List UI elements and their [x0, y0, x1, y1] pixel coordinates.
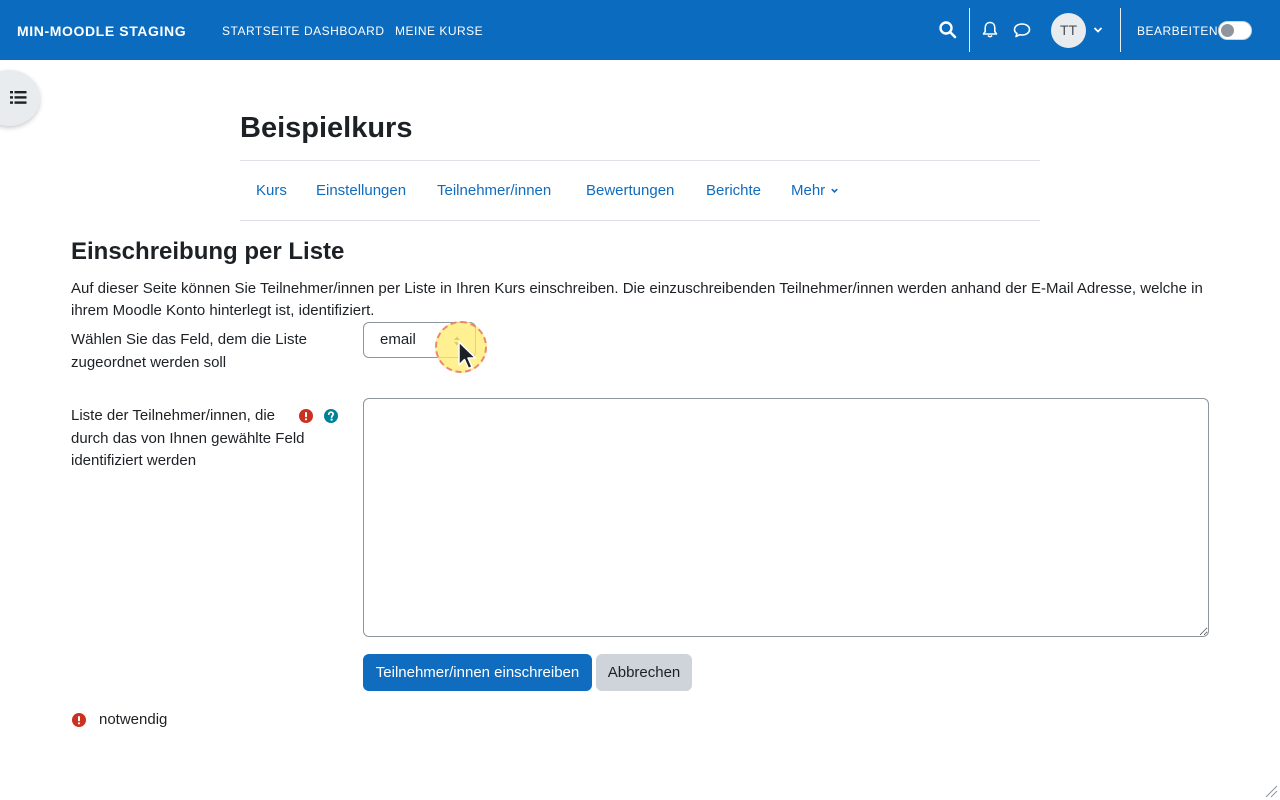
course-index-toggle-button[interactable] [0, 70, 40, 126]
top-navbar: MIN-MOODLE STAGING STARTSEITE DASHBOARD … [0, 0, 1280, 60]
tab-mehr[interactable]: Mehr [791, 182, 839, 199]
help-icon[interactable] [324, 409, 338, 423]
tab-bewertungen[interactable]: Bewertungen [586, 182, 674, 199]
toggle-knob [1221, 24, 1234, 37]
required-legend-text: notwendig [99, 711, 168, 728]
bell-icon[interactable] [980, 20, 1000, 40]
page-intro-text: Auf dieser Seite können Sie Teilnehmer/i… [71, 280, 1203, 319]
required-icon [299, 409, 313, 423]
nav-link-dashboard[interactable]: DASHBOARD [304, 24, 385, 38]
nav-link-startseite[interactable]: STARTSEITE [222, 24, 300, 38]
site-brand[interactable]: MIN-MOODLE STAGING [17, 23, 186, 39]
search-icon[interactable] [938, 20, 958, 40]
nav-link-meine-kurse[interactable]: MEINE KURSE [395, 24, 483, 38]
chevron-down-icon [831, 188, 839, 193]
mouse-pointer-icon [458, 341, 477, 370]
participant-list-label: Liste der Teilnehmer/innen, die durch da… [71, 407, 305, 469]
chat-bubble-icon[interactable] [1012, 20, 1032, 40]
tab-mehr-label: Mehr [791, 182, 826, 199]
enrol-submit-button[interactable]: Teilnehmer/innen einschreiben [363, 654, 592, 691]
required-icon [72, 713, 86, 727]
course-title: Beispielkurs [240, 112, 413, 144]
cancel-button[interactable]: Abbrechen [596, 654, 692, 691]
tab-berichte[interactable]: Berichte [706, 182, 761, 199]
edit-mode-label: BEARBEITEN [1137, 24, 1219, 38]
tab-einstellungen[interactable]: Einstellungen [316, 182, 406, 199]
window-resize-grip-icon[interactable] [1264, 784, 1278, 798]
page-heading: Einschreibung per Liste [71, 238, 345, 265]
edit-mode-toggle[interactable] [1218, 21, 1252, 40]
course-secondary-nav: Kurs Einstellungen Teilnehmer/innen Bewe… [240, 160, 1040, 221]
field-select-label: Wählen Sie das Feld, dem die Liste zugeo… [71, 331, 307, 371]
participant-list-textarea[interactable] [363, 398, 1209, 637]
navbar-divider [969, 8, 970, 52]
navbar-divider [1120, 8, 1121, 52]
user-avatar[interactable]: TT [1051, 13, 1086, 48]
field-select-value: email [380, 331, 416, 348]
tab-kurs[interactable]: Kurs [256, 182, 287, 199]
chevron-down-icon[interactable] [1092, 24, 1104, 36]
tab-teilnehmer[interactable]: Teilnehmer/innen [437, 182, 551, 199]
list-icon [10, 91, 27, 104]
